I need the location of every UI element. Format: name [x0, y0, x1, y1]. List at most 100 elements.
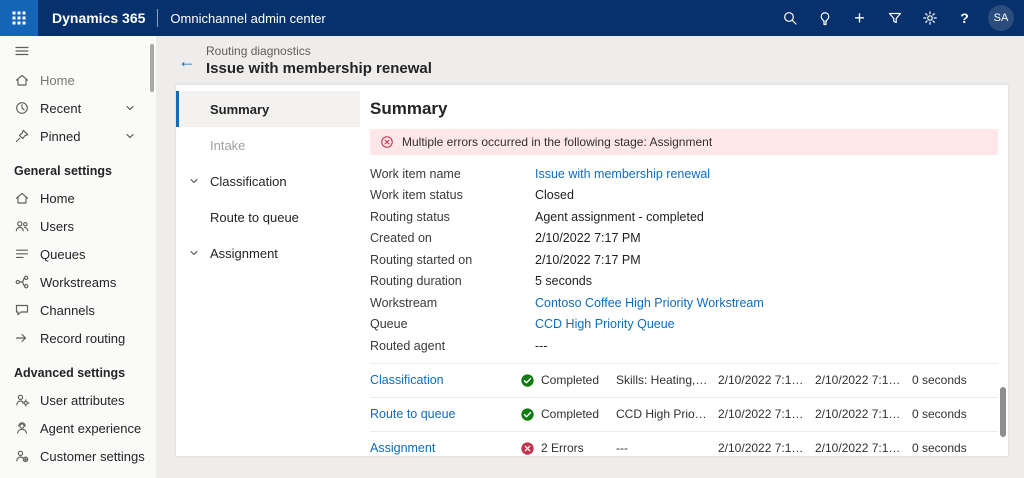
chevron-down-icon[interactable]: [188, 175, 200, 187]
app-name[interactable]: Omnichannel admin center: [170, 11, 325, 26]
sidebar-item-agent-experience[interactable]: Agent experience: [0, 414, 156, 442]
brand-title[interactable]: Dynamics 365: [52, 10, 145, 26]
sidebar-item-queues[interactable]: Queues: [0, 240, 156, 268]
subnav-item-classification[interactable]: Classification: [176, 163, 360, 199]
summary-heading: Summary: [370, 99, 448, 118]
filter-icon: [888, 12, 901, 24]
status-icon: [520, 407, 535, 422]
sidebar-item-label: Agent experience: [40, 420, 142, 436]
stage-started: 2/10/2022 7:1…: [718, 373, 804, 387]
sidebar-item-channels[interactable]: Channels: [0, 296, 156, 324]
field-label: Work item name: [370, 166, 461, 181]
field-value[interactable]: Issue with membership renewal: [535, 167, 710, 181]
sidebar-item-label: Channels: [40, 302, 95, 318]
user-attributes-icon: [16, 394, 30, 407]
pin-icon: [15, 129, 29, 143]
table-row: Route to queue Completed CCD High Prio… …: [370, 396, 998, 431]
content-area: ← Routing diagnostics Issue with members…: [156, 36, 1024, 478]
stage-link[interactable]: Route to queue: [370, 407, 520, 421]
stage-subnav: Summary Intake Classification Route to q…: [176, 85, 360, 456]
plus-icon: +: [854, 8, 865, 28]
summary-pane: Summary Multiple errors occurred in the …: [360, 85, 1008, 456]
stage-results-table: Classification Completed Skills: Heating…: [370, 362, 998, 465]
sidebar-item-recent[interactable]: Recent: [0, 94, 156, 122]
field-row: Routing started on 2/10/2022 7:17 PM: [370, 249, 998, 271]
topbar-divider: [157, 9, 159, 27]
subnav-item-summary[interactable]: Summary: [176, 91, 360, 127]
sidebar-item-label: Home: [40, 72, 75, 88]
stage-started: 2/10/2022 7:1…: [718, 407, 804, 421]
status-icon: [520, 441, 535, 456]
sidebar-scrollbar-thumb[interactable]: [150, 44, 154, 92]
stage-completed: 2/10/2022 7:1…: [815, 407, 901, 421]
subnav-label: Intake: [210, 137, 246, 153]
settings-button[interactable]: [912, 0, 947, 36]
sidebar-item-label: Recent: [40, 100, 82, 116]
sidebar-item-workstreams[interactable]: Workstreams: [0, 268, 156, 296]
error-circle-icon: [381, 136, 393, 148]
status-text: Completed: [541, 373, 600, 387]
top-navigation-bar: Dynamics 365 Omnichannel admin center + …: [0, 0, 1024, 36]
search-button[interactable]: [772, 0, 807, 36]
field-value: 2/10/2022 7:17 PM: [535, 252, 641, 267]
sidebar-item-home-top[interactable]: Home: [0, 66, 156, 94]
subnav-label: Summary: [210, 101, 270, 117]
panel-scrollbar-thumb[interactable]: [1000, 387, 1006, 437]
field-value[interactable]: CCD High Priority Queue: [535, 317, 675, 331]
chevron-down-icon[interactable]: [188, 247, 200, 259]
sidebar-item-record-routing[interactable]: Record routing: [0, 324, 156, 352]
home-icon: [15, 192, 29, 204]
chevron-down-icon[interactable]: [124, 130, 136, 142]
subnav-item-assignment[interactable]: Assignment: [176, 235, 360, 271]
sidebar-item-customer-settings[interactable]: Customer settings: [0, 442, 156, 470]
home-icon: [15, 74, 29, 86]
subnav-label: Route to queue: [210, 209, 299, 225]
waffle-icon: [12, 11, 26, 25]
breadcrumb-section[interactable]: Routing diagnostics: [206, 44, 432, 58]
back-button[interactable]: ←: [178, 52, 196, 70]
lightbulb-icon: [820, 12, 829, 26]
diagnostics-panel: Summary Intake Classification Route to q…: [176, 85, 1008, 456]
stage-detail: Skills: Heating,…: [616, 373, 708, 387]
gear-icon: [922, 11, 937, 25]
field-label: Workstream: [370, 295, 438, 310]
subnav-item-intake[interactable]: Intake: [176, 127, 360, 163]
field-value[interactable]: Contoso Coffee High Priority Workstream: [535, 296, 764, 310]
workstreams-icon: [15, 275, 29, 289]
summary-fields: Work item name Issue with membership ren…: [370, 163, 998, 357]
sidebar-item-label: Home: [40, 190, 75, 206]
field-row: Routing duration 5 seconds: [370, 271, 998, 293]
app-launcher-button[interactable]: [0, 0, 38, 36]
stage-completed: 2/10/2022 7:1…: [815, 441, 901, 455]
sidebar-item-label: Workstreams: [40, 274, 117, 290]
question-icon: ?: [960, 10, 969, 26]
record-routing-icon: [15, 333, 27, 343]
filter-button[interactable]: [877, 0, 912, 36]
sidebar-item-users[interactable]: Users: [0, 212, 156, 240]
panel-scrollbar[interactable]: [999, 88, 1007, 453]
users-icon: [15, 221, 29, 232]
suggestions-button[interactable]: [807, 0, 842, 36]
add-button[interactable]: +: [842, 0, 877, 36]
table-row: Classification Completed Skills: Heating…: [370, 362, 998, 397]
sidebar-item-home[interactable]: Home: [0, 184, 156, 212]
stage-link[interactable]: Assignment: [370, 441, 520, 455]
help-button[interactable]: ?: [947, 0, 982, 36]
sidebar-item-label: Pinned: [40, 128, 81, 144]
stage-link[interactable]: Classification: [370, 373, 520, 387]
error-banner-text: Multiple errors occurred in the followin…: [402, 135, 713, 149]
field-value: 2/10/2022 7:17 PM: [535, 231, 641, 246]
clock-icon: [16, 102, 28, 114]
subnav-item-route-to-queue[interactable]: Route to queue: [176, 199, 360, 235]
sidebar-item-user-attributes[interactable]: User attributes: [0, 386, 156, 414]
sitemap-toggle-button[interactable]: [0, 36, 156, 66]
error-banner: Multiple errors occurred in the followin…: [370, 129, 998, 155]
user-avatar[interactable]: SA: [988, 5, 1014, 31]
menu-icon: [15, 46, 29, 56]
field-value: 5 seconds: [535, 274, 592, 289]
chevron-down-icon[interactable]: [124, 102, 136, 114]
field-row: Workstream Contoso Coffee High Priority …: [370, 292, 998, 314]
field-label: Work item status: [370, 188, 463, 203]
stage-completed: 2/10/2022 7:1…: [815, 373, 901, 387]
sidebar-item-pinned[interactable]: Pinned: [0, 122, 156, 150]
